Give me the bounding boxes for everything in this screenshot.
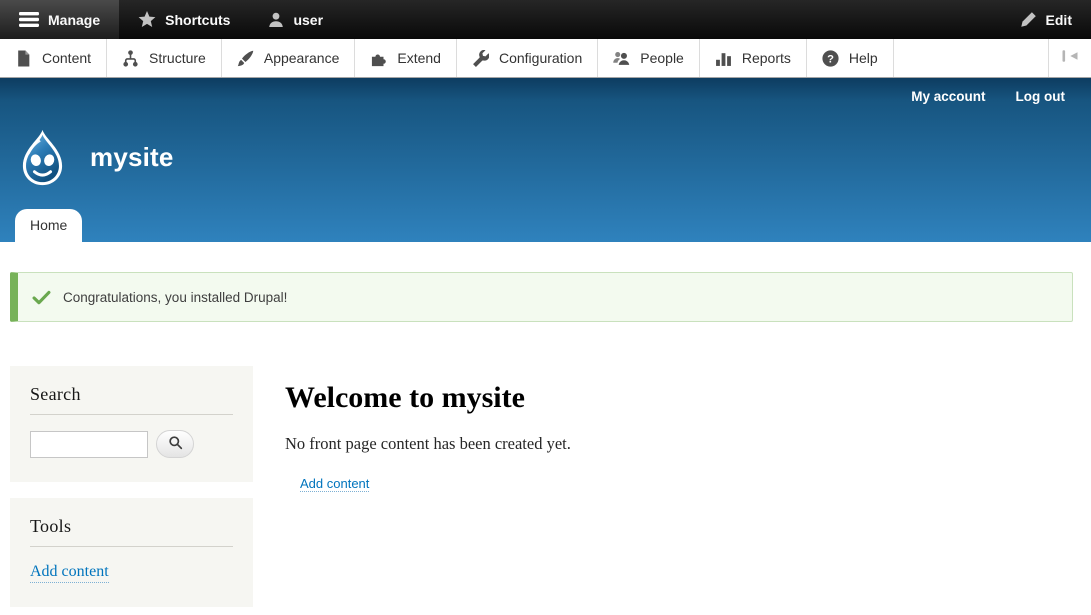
sitemap-icon <box>122 50 139 67</box>
toolbar-item-label: Manage <box>48 12 100 28</box>
drupal-logo <box>14 129 71 186</box>
search-input[interactable] <box>30 431 148 458</box>
admin-menu-tray: Content Structure Appearance Extend Conf… <box>0 39 1091 78</box>
sidebar-add-content-link[interactable]: Add content <box>30 562 109 583</box>
puzzle-icon <box>370 50 387 67</box>
tab-home[interactable]: Home <box>15 209 82 242</box>
secondary-menu: My account Log out <box>911 89 1065 104</box>
admin-menu-label: Reports <box>742 50 791 66</box>
toolbar-item-user[interactable]: user <box>249 0 342 39</box>
admin-menu-label: Structure <box>149 50 206 66</box>
pencil-icon <box>1020 11 1037 28</box>
admin-menu-label: Configuration <box>499 50 582 66</box>
search-icon <box>168 435 183 453</box>
toolbar-item-shortcuts[interactable]: Shortcuts <box>119 0 249 39</box>
page-layout: Search Tools Add content Welcome to mys <box>10 366 1073 607</box>
wrench-icon <box>472 50 489 67</box>
admin-menu-item-structure[interactable]: Structure <box>107 39 222 77</box>
admin-menu-item-content[interactable]: Content <box>0 39 107 77</box>
toolbar-item-label: user <box>293 12 323 28</box>
bar-chart-icon <box>715 50 732 67</box>
empty-frontpage-text: No front page content has been created y… <box>285 434 1073 454</box>
toolbar-collapse-button[interactable] <box>1048 39 1091 77</box>
paintbrush-icon <box>237 50 254 67</box>
collapse-left-icon <box>1061 49 1079 68</box>
my-account-link[interactable]: My account <box>911 89 985 104</box>
admin-menu-spacer <box>894 39 1048 77</box>
toolbar-item-label: Shortcuts <box>165 12 230 28</box>
admin-menu-item-help[interactable]: ? Help <box>807 39 894 77</box>
admin-menu-item-people[interactable]: People <box>598 39 700 77</box>
site-name[interactable]: mysite <box>90 142 174 173</box>
search-form <box>30 430 233 458</box>
admin-toolbar: Manage Shortcuts user Edit <box>0 0 1091 39</box>
tools-block: Tools Add content <box>10 498 253 607</box>
toolbar-item-manage[interactable]: Manage <box>0 0 119 39</box>
file-icon <box>15 50 32 67</box>
search-button[interactable] <box>156 430 194 458</box>
log-out-link[interactable]: Log out <box>1016 89 1065 104</box>
status-message: Congratulations, you installed Drupal! <box>10 272 1073 322</box>
question-icon: ? <box>822 50 839 67</box>
admin-menu-label: Content <box>42 50 91 66</box>
admin-menu-item-extend[interactable]: Extend <box>355 39 457 77</box>
admin-menu-item-appearance[interactable]: Appearance <box>222 39 356 77</box>
admin-menu-item-reports[interactable]: Reports <box>700 39 807 77</box>
status-message-text: Congratulations, you installed Drupal! <box>63 290 287 305</box>
search-block: Search <box>10 366 253 482</box>
star-icon <box>138 11 156 28</box>
search-block-title: Search <box>30 384 233 415</box>
user-icon <box>268 12 284 28</box>
main-add-content-link[interactable]: Add content <box>300 476 369 492</box>
toolbar-spacer <box>342 0 1001 39</box>
site-branding[interactable]: mysite <box>14 129 174 186</box>
admin-menu-label: People <box>640 50 684 66</box>
menu-icon <box>19 12 39 27</box>
toolbar-item-label: Edit <box>1046 12 1072 28</box>
tools-block-title: Tools <box>30 516 233 547</box>
toolbar-item-edit[interactable]: Edit <box>1001 0 1091 39</box>
admin-menu-label: Help <box>849 50 878 66</box>
site-header: My account Log out mysite <box>0 78 1091 242</box>
admin-menu-label: Appearance <box>264 50 340 66</box>
admin-menu-label: Extend <box>397 50 441 66</box>
page-title: Welcome to mysite <box>285 382 1073 414</box>
sidebar: Search Tools Add content <box>10 366 253 607</box>
people-icon <box>613 50 630 67</box>
main-content: Welcome to mysite No front page content … <box>253 366 1073 493</box>
check-icon <box>32 290 51 305</box>
admin-menu-item-configuration[interactable]: Configuration <box>457 39 598 77</box>
svg-text:?: ? <box>827 53 834 65</box>
